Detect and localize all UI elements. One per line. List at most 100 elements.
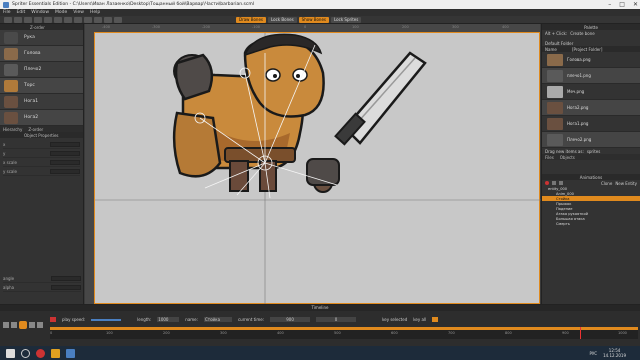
file-item[interactable]: Нога1.png: [542, 116, 640, 132]
alt-click-label: Alt + Click:: [545, 30, 568, 36]
rotate-icon[interactable]: [64, 16, 72, 23]
start-icon[interactable]: [6, 348, 15, 358]
ruler-tick: -300: [152, 25, 160, 29]
open-file-icon[interactable]: [14, 16, 22, 23]
sprite-thumbnail: [4, 63, 18, 76]
file-item[interactable]: Голова.png: [542, 52, 640, 68]
record-icon[interactable]: [545, 181, 549, 185]
prev-frame-icon[interactable]: [11, 322, 17, 328]
tab-zorder[interactable]: Z-order: [28, 127, 43, 132]
title-bar: Spriter Essentials Edition - C:\Users\Ив…: [0, 0, 640, 9]
file-thumbnail: [547, 101, 563, 114]
close-button[interactable]: ✕: [633, 1, 638, 8]
minimize-button[interactable]: –: [608, 1, 611, 8]
ruler-tick: 400: [502, 25, 509, 29]
zorder-item[interactable]: Рука: [0, 30, 83, 46]
zorder-item[interactable]: Торс: [0, 78, 83, 94]
timeline-header: Timeline: [0, 305, 640, 311]
file-thumbnail: [547, 117, 563, 130]
anim-name-field[interactable]: Стойка: [203, 317, 232, 322]
sprite-thumbnail: [4, 111, 18, 124]
scale-icon[interactable]: [74, 16, 82, 23]
spriter-icon[interactable]: [66, 348, 75, 358]
prop-row-yscale: y scale: [3, 167, 80, 176]
angle-field[interactable]: [51, 275, 81, 281]
menu-file[interactable]: File: [3, 10, 11, 15]
key-all-button[interactable]: key all: [413, 317, 426, 322]
tab-objects[interactable]: Objects: [560, 155, 575, 160]
zorder-item[interactable]: Нога2: [0, 110, 83, 126]
next-key-icon[interactable]: [37, 322, 43, 328]
lock-bones-button[interactable]: Lock Bones: [268, 16, 297, 23]
object-properties-bottom: angle alpha: [3, 274, 81, 292]
create-bone-dropdown[interactable]: Create bone: [570, 31, 595, 36]
drag-as-dropdown[interactable]: sprites: [587, 149, 601, 154]
menu-view[interactable]: View: [73, 10, 84, 15]
remove-anim-icon[interactable]: [559, 181, 563, 185]
timeline-ticks: 0 100 200 300 400 500 600 700 800 900 10…: [50, 331, 627, 335]
move-icon[interactable]: [54, 16, 62, 23]
prev-key-icon[interactable]: [3, 322, 9, 328]
vertical-ruler: [85, 24, 94, 304]
add-anim-icon[interactable]: [552, 181, 556, 185]
play-speed-slider[interactable]: [91, 318, 122, 321]
xscale-field[interactable]: [50, 159, 80, 165]
ruler-tick: -400: [102, 25, 110, 29]
ruler-tick: -100: [252, 25, 260, 29]
menu-mode[interactable]: Mode: [55, 10, 67, 15]
animation-item[interactable]: Смерть: [542, 221, 640, 226]
alpha-field[interactable]: [51, 284, 81, 290]
zorder-item[interactable]: Нога1: [0, 94, 83, 110]
current-time-field[interactable]: 900: [270, 317, 311, 322]
file-item[interactable]: Плечо2.png: [542, 132, 640, 148]
sprite-thumbnail: [4, 31, 18, 44]
menu-window[interactable]: Window: [31, 10, 49, 15]
pause-icon[interactable]: [19, 321, 27, 329]
maximize-button[interactable]: □: [619, 1, 625, 8]
draw-bones-button[interactable]: Draw Bones: [236, 16, 266, 23]
zorder-item[interactable]: Плечо2: [0, 62, 83, 78]
timeline-track[interactable]: 0 100 200 300 400 500 600 700 800 900 10…: [50, 327, 638, 339]
language-indicator[interactable]: РУС: [589, 351, 597, 356]
playback-controls: [0, 319, 48, 331]
ruler-tick: 200: [402, 25, 409, 29]
y-field[interactable]: [50, 150, 80, 156]
editor-canvas[interactable]: [94, 32, 541, 305]
menu-edit[interactable]: Edit: [17, 10, 26, 15]
opera-icon[interactable]: [36, 348, 45, 358]
undo-icon[interactable]: [34, 16, 42, 23]
file-item[interactable]: Меч.png: [542, 84, 640, 100]
right-panel: Palette Alt + Click: Create bone Default…: [541, 24, 640, 320]
show-bones-button[interactable]: Show Bones: [298, 16, 330, 23]
file-item[interactable]: Нога2.png: [542, 100, 640, 116]
tab-hierarchy[interactable]: Hierarchy: [3, 127, 22, 132]
barbarian-sprite[interactable]: [172, 33, 427, 199]
pivot-icon[interactable]: [94, 16, 102, 23]
zoom-icon[interactable]: [84, 16, 92, 23]
save-icon[interactable]: [24, 16, 32, 23]
toolbar: Draw Bones Lock Bones Show Bones Lock Sp…: [0, 16, 640, 24]
camera-icon[interactable]: [114, 16, 122, 23]
prop-row-y: y: [3, 149, 80, 158]
loop-icon[interactable]: [50, 317, 56, 322]
key-selected-button[interactable]: key selected: [382, 317, 407, 322]
new-file-icon[interactable]: [4, 16, 12, 23]
search-icon[interactable]: [21, 348, 30, 358]
grid-icon[interactable]: [104, 16, 112, 23]
clone-button[interactable]: Clone: [601, 181, 612, 186]
length-field[interactable]: 1000: [157, 317, 180, 322]
lock-sprites-button[interactable]: Lock Sprites: [331, 16, 362, 23]
snap-field[interactable]: 0: [316, 317, 357, 322]
zorder-item[interactable]: Голова: [0, 46, 83, 62]
yscale-field[interactable]: [50, 168, 80, 174]
clock[interactable]: 12:54 14.12.2019: [603, 348, 626, 358]
x-field[interactable]: [50, 141, 80, 147]
key-icon[interactable]: [432, 317, 439, 322]
tab-files[interactable]: Files: [545, 155, 554, 160]
explorer-icon[interactable]: [51, 348, 60, 358]
new-entity-button[interactable]: New Entity: [615, 181, 640, 186]
next-frame-icon[interactable]: [29, 322, 35, 328]
menu-help[interactable]: Help: [90, 10, 100, 15]
redo-icon[interactable]: [44, 16, 52, 23]
file-item[interactable]: плечо1.png: [542, 68, 640, 84]
